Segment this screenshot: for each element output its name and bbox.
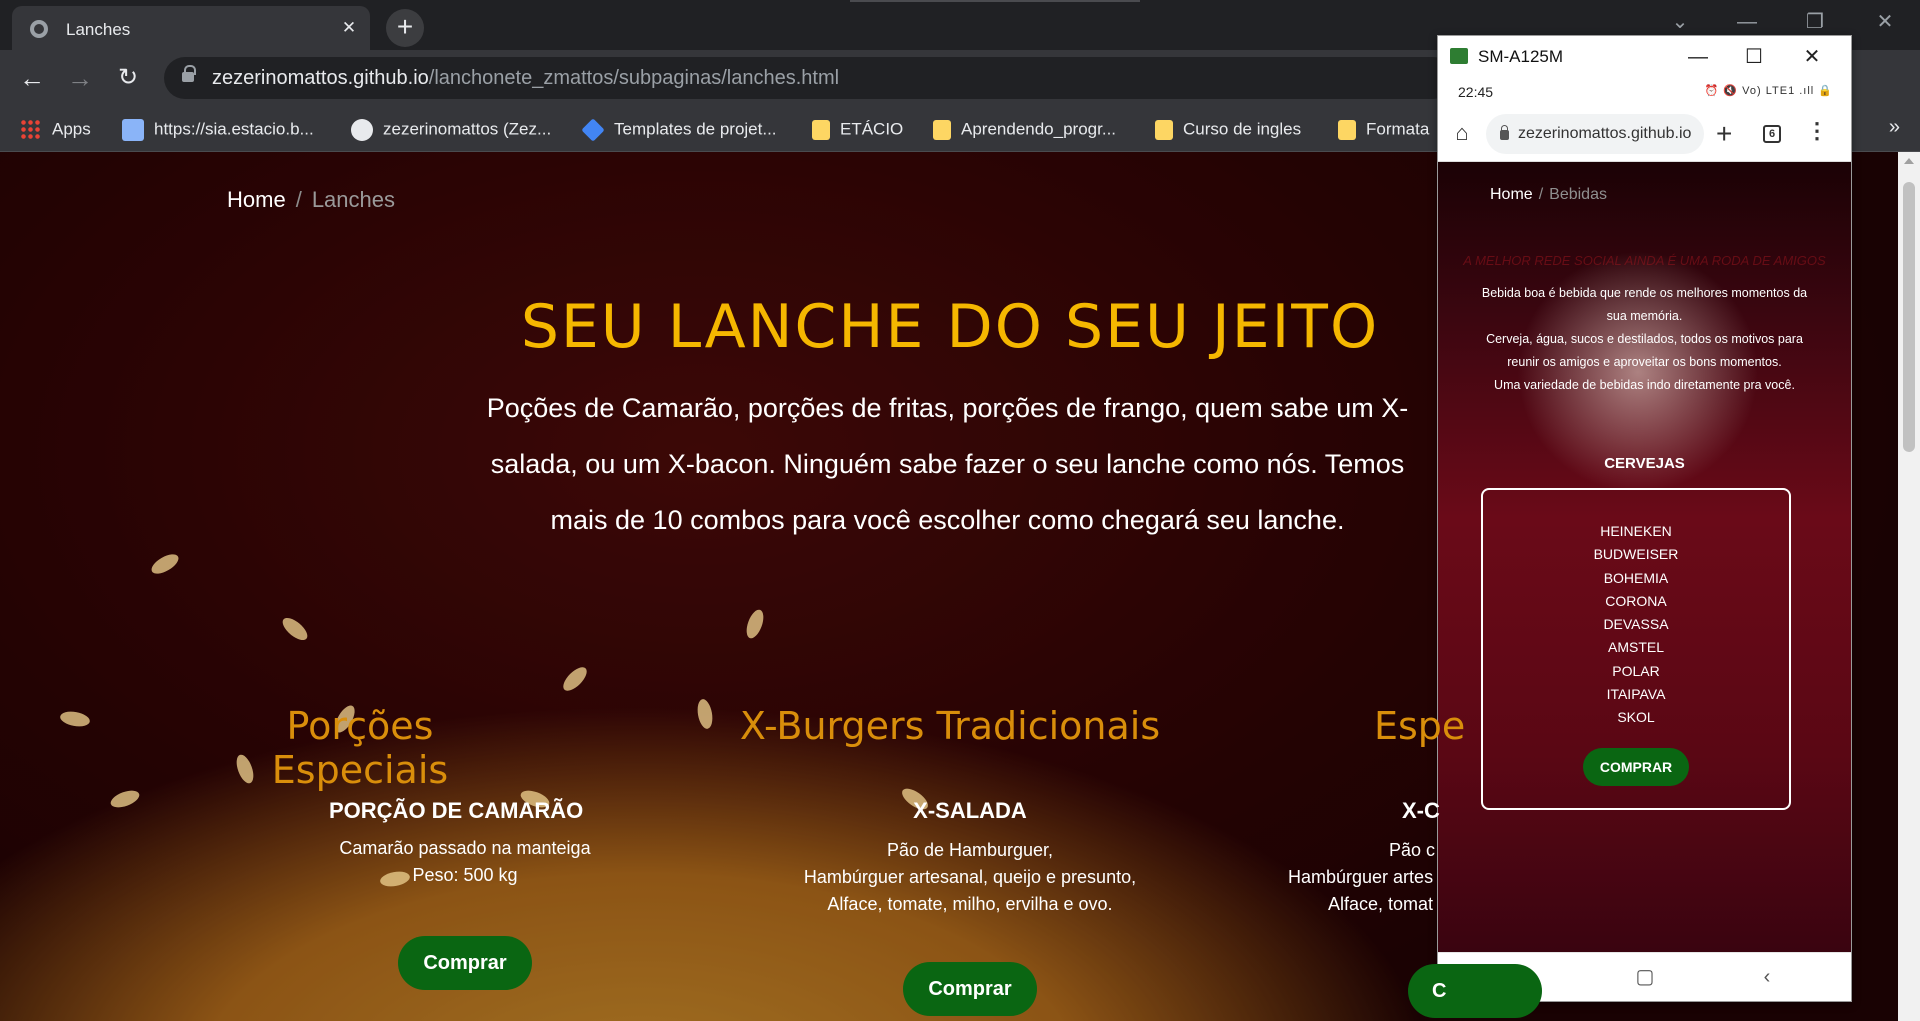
column-title-porcoes: Porções Especiais: [271, 704, 449, 792]
bookmark-templates[interactable]: Templates de projet...: [581, 117, 777, 142]
phone-url-text: zezerinomattos.github.io: [1518, 125, 1692, 142]
bookmark-aprendendo[interactable]: Aprendendo_progr...: [933, 117, 1116, 141]
breadcrumb: Home / Lanches: [227, 187, 395, 213]
phone-window-titlebar[interactable]: SM-A125M — ☐ ✕: [1438, 36, 1851, 78]
breadcrumb-home-link[interactable]: Home: [227, 187, 286, 212]
phone-app-icon: [1450, 48, 1468, 64]
column-title-especiais: Espe: [1374, 704, 1466, 748]
new-tab-button[interactable]: +: [386, 9, 424, 47]
item-desc-line: Hambúrguer artesanal, queijo e presunto,: [803, 867, 1137, 887]
item-desc-line: Alface, tomate, milho, ervilha e ovo.: [827, 894, 1113, 914]
lock-icon: [182, 65, 196, 84]
page-title: SEU LANCHE DO SEU JEITO: [520, 292, 1380, 362]
scroll-up-icon[interactable]: [1904, 158, 1914, 164]
close-tab-icon[interactable]: ✕: [338, 17, 360, 39]
folder-icon: [1338, 119, 1356, 140]
page-viewport: Home / Lanches SEU LANCHE DO SEU JEITO Poç…: [0, 152, 1900, 1021]
bookmark-apps[interactable]: Apps: [20, 117, 91, 141]
breadcrumb-separator: /: [295, 187, 302, 212]
item-desc-line: Peso: 500 kg: [412, 865, 518, 885]
item-desc-line: Camarão passado na manteiga: [339, 838, 591, 858]
folder-icon: [1155, 119, 1173, 140]
item-title-x-c: X-C: [1402, 798, 1440, 823]
item-description-x-salada: Pão de Hamburguer, Hambúrguer artesanal,…: [770, 837, 1170, 918]
site-icon: [122, 118, 144, 141]
lock-icon: [1500, 125, 1509, 140]
minimize-icon[interactable]: —: [1678, 42, 1718, 72]
close-window-icon[interactable]: ✕: [1850, 0, 1920, 44]
phone-address-bar[interactable]: zezerinomattos.github.io: [1486, 114, 1704, 154]
address-bar[interactable]: zezerinomattos.github.io/lanchonete_zmat…: [164, 57, 1454, 99]
buy-button-x-salada[interactable]: Comprar: [903, 962, 1037, 1016]
column-title-xburgers: X-Burgers Tradicionais: [739, 704, 1161, 748]
tab-strip-divider: [850, 0, 1140, 2]
page-scrollbar[interactable]: [1898, 152, 1920, 1021]
status-icons: ⏰ 🔇 Vo) LTE1 .ıll 🔒: [1704, 85, 1833, 97]
phone-status-bar: 22:45 ⏰ 🔇 Vo) LTE1 .ıll 🔒: [1438, 78, 1851, 106]
item-description-porcao-camarao: Camarão passado na manteiga Peso: 500 kg: [260, 835, 670, 889]
apps-grid-icon: [20, 118, 42, 141]
reload-icon[interactable]: ↻: [112, 62, 144, 94]
item-title-porcao-camarao: PORÇÃO DE CAMARÃO: [329, 798, 584, 823]
item-desc-line: Pão de Hamburguer,: [886, 840, 1054, 860]
tab-switcher-icon[interactable]: 6: [1763, 125, 1781, 143]
github-icon: [351, 118, 373, 141]
folder-icon: [933, 119, 951, 140]
buy-button-porcao-camarao[interactable]: Comprar: [398, 936, 532, 990]
bookmark-formata[interactable]: Formata: [1338, 117, 1429, 141]
tab-title: Lanches: [66, 20, 131, 39]
bookmark-github[interactable]: zezerinomattos (Zez...: [351, 117, 551, 141]
item-desc-line: Pão c: [1389, 840, 1436, 860]
scrollbar-thumb[interactable]: [1903, 182, 1915, 452]
url-text: zezerinomattos.github.io/lanchonete_zmat…: [212, 67, 840, 89]
maximize-icon[interactable]: ☐: [1734, 42, 1774, 72]
page-content: Home / Lanches SEU LANCHE DO SEU JEITO Poç…: [0, 152, 1900, 1021]
more-menu-icon[interactable]: ⋮: [1806, 118, 1828, 144]
tab-lanches[interactable]: Lanches ✕: [12, 6, 370, 50]
phone-window-title: SM-A125M: [1478, 47, 1564, 66]
folder-icon: [812, 119, 830, 140]
bookmarks-overflow-icon[interactable]: »: [1889, 116, 1900, 139]
home-icon[interactable]: ⌂: [1448, 120, 1476, 148]
back-icon[interactable]: ←: [16, 62, 48, 94]
bookmark-curso-ingles[interactable]: Curso de ingles: [1155, 117, 1301, 141]
forward-icon[interactable]: →: [64, 62, 96, 94]
item-description-x-c: Pão c Hambúrguer artes Alface, tomat: [1288, 837, 1588, 918]
close-icon[interactable]: ✕: [1792, 42, 1832, 72]
breadcrumb-current: Lanches: [311, 187, 395, 212]
globe-icon: [30, 20, 48, 38]
item-desc-line: Alface, tomat: [1328, 894, 1434, 914]
bookmark-sia[interactable]: https://sia.estacio.b...: [122, 117, 314, 141]
diamond-icon: [581, 117, 605, 142]
status-time: 22:45: [1458, 84, 1494, 100]
item-title-x-salada: X-SALADA: [913, 798, 1027, 823]
bookmark-etacio[interactable]: ETÁCIO: [812, 117, 903, 141]
new-tab-icon[interactable]: +: [1716, 118, 1732, 150]
buy-button-x-c[interactable]: C: [1408, 964, 1542, 1018]
item-desc-line: Hambúrguer artes: [1288, 867, 1434, 887]
hero-description: Poções de Camarão, porções de fritas, po…: [486, 393, 1409, 535]
